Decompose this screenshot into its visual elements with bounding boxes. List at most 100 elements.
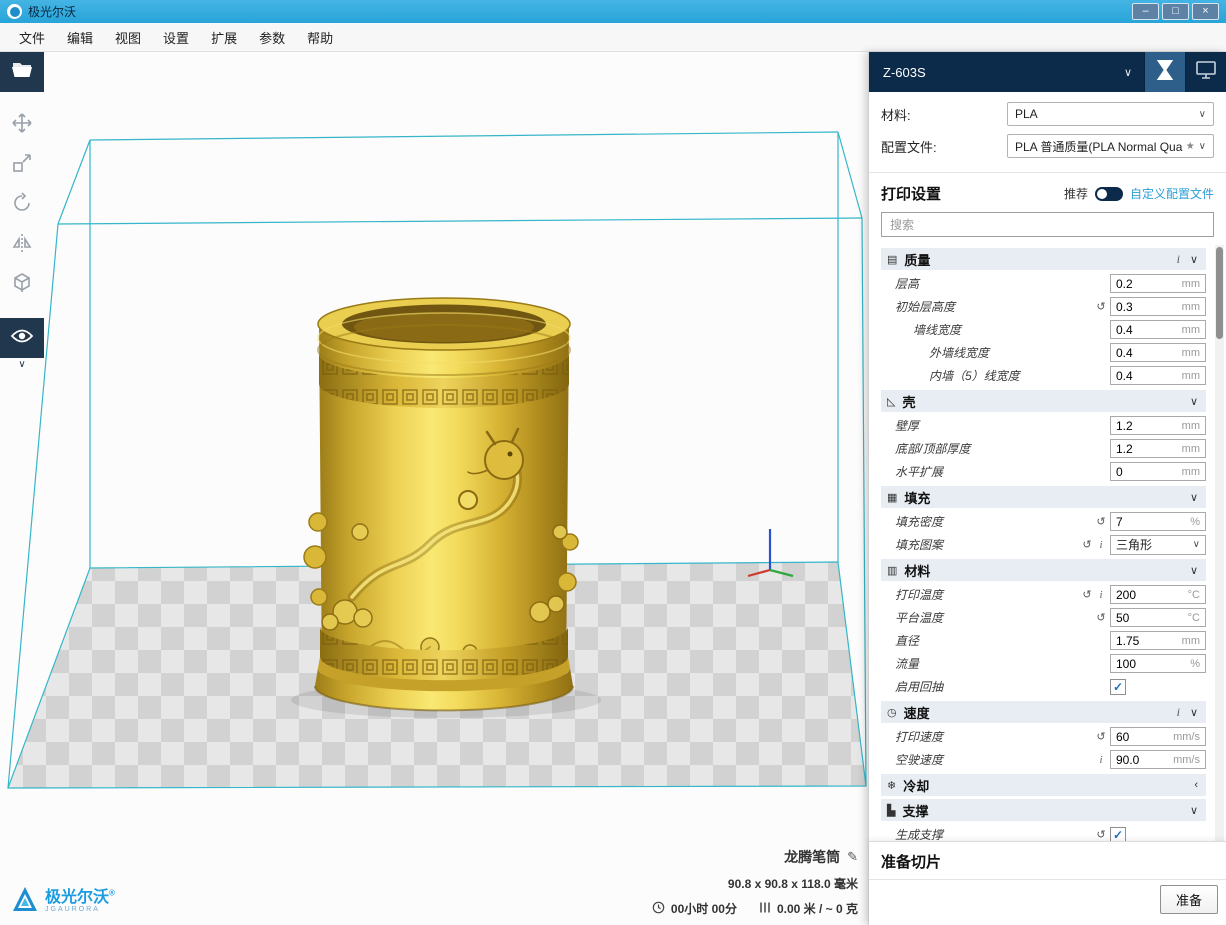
horizontal-expansion-input[interactable]: 0mm xyxy=(1110,462,1206,481)
monitor-stage-button[interactable] xyxy=(1185,52,1226,92)
line-width-input[interactable]: 0.4mm xyxy=(1110,320,1206,339)
setting-row-infill-density: 填充密度 ↺ 7% xyxy=(869,510,1226,533)
wall-thickness-input[interactable]: 1.2mm xyxy=(1110,416,1206,435)
setting-row-flow: 流量 100% xyxy=(869,652,1226,675)
info-icon[interactable]: i xyxy=(1177,252,1180,267)
model-name: 龙腾笔筒 xyxy=(784,847,840,867)
close-button[interactable]: × xyxy=(1192,3,1219,20)
monitor-icon xyxy=(1194,59,1218,86)
retraction-checkbox[interactable]: ✓ xyxy=(1110,679,1126,695)
menu-bar: 文件 编辑 视图 设置 扩展 参数 帮助 xyxy=(0,23,1226,52)
per-model-settings-button[interactable] xyxy=(0,265,44,305)
prepare-button[interactable]: 准备 xyxy=(1160,885,1218,914)
info-icon[interactable]: i xyxy=(1094,589,1108,601)
maximize-button[interactable]: □ xyxy=(1162,3,1189,20)
build-plate-temperature-input[interactable]: 50°C xyxy=(1110,608,1206,627)
cooling-icon: ❄ xyxy=(887,779,896,792)
filament-icon xyxy=(759,901,771,917)
section-header-shell[interactable]: ◺ 壳 ∨ xyxy=(881,390,1206,412)
left-toolbar: ∨ xyxy=(0,52,44,370)
menu-view[interactable]: 视图 xyxy=(104,24,152,51)
eye-icon xyxy=(9,323,35,354)
settings-scrollbar[interactable] xyxy=(1215,245,1224,841)
menu-file[interactable]: 文件 xyxy=(8,24,56,51)
reset-icon[interactable]: ↺ xyxy=(1094,300,1108,313)
printer-select[interactable]: Z-603S ∨ xyxy=(869,52,1144,92)
section-header-quality[interactable]: ▤ 质量 i ∨ xyxy=(881,248,1206,270)
view-mode-button[interactable] xyxy=(0,318,44,358)
custom-profile-link[interactable]: 自定义配置文件 xyxy=(1130,185,1214,202)
check-icon: ✓ xyxy=(1113,829,1123,841)
cube-icon xyxy=(10,271,34,300)
section-header-cooling[interactable]: ❄ 冷却 ‹ xyxy=(881,774,1206,796)
brand-logo: 极光尔沃® JGAURORA xyxy=(10,884,115,919)
view-mode-chevron-icon[interactable]: ∨ xyxy=(18,359,25,370)
info-icon[interactable]: i xyxy=(1177,705,1180,720)
reset-icon[interactable]: ↺ xyxy=(1094,611,1108,624)
search-input[interactable]: 搜索 xyxy=(881,212,1214,237)
setting-row-initial-layer-height: 初始层高度 ↺ 0.3mm xyxy=(869,295,1226,318)
title-bar: 极光尔沃 – □ × xyxy=(0,0,1226,23)
section-header-speed[interactable]: ◷ 速度 i ∨ xyxy=(881,701,1206,723)
print-speed-input[interactable]: 60mm/s xyxy=(1110,727,1206,746)
chevron-down-icon: ∨ xyxy=(1190,395,1198,408)
rename-pencil-icon[interactable]: ✎ xyxy=(847,849,858,865)
settings-panel: Z-603S ∨ 材料: PLA ∨ 配置文件: PLA 普通质量(PLA No… xyxy=(868,52,1226,925)
menu-help[interactable]: 帮助 xyxy=(296,24,344,51)
flow-input[interactable]: 100% xyxy=(1110,654,1206,673)
menu-extensions[interactable]: 扩展 xyxy=(200,24,248,51)
inner-wall-line-width-input[interactable]: 0.4mm xyxy=(1110,366,1206,385)
material-select[interactable]: PLA ∨ xyxy=(1007,102,1214,126)
menu-edit[interactable]: 编辑 xyxy=(56,24,104,51)
reset-icon[interactable]: ↺ xyxy=(1094,515,1108,528)
setting-row-print-speed: 打印速度 ↺ 60mm/s xyxy=(869,725,1226,748)
move-icon xyxy=(10,111,34,140)
scrollbar-thumb[interactable] xyxy=(1216,247,1223,339)
print-settings-bar: 打印设置 推荐 自定义配置文件 xyxy=(869,173,1226,212)
profile-select[interactable]: PLA 普通质量(PLA Normal Qua ★ ∨ xyxy=(1007,134,1214,158)
setting-row-inner-wall-line-width: 内墙（5）线宽度 0.4mm xyxy=(869,364,1226,387)
info-icon[interactable]: i xyxy=(1094,754,1108,766)
top-bottom-thickness-input[interactable]: 1.2mm xyxy=(1110,439,1206,458)
section-header-support[interactable]: ▙ 支撑 ∨ xyxy=(881,799,1206,821)
check-icon: ✓ xyxy=(1113,681,1123,693)
setting-row-enable-retraction: 启用回抽 ✓ xyxy=(869,675,1226,698)
menu-parameters[interactable]: 参数 xyxy=(248,24,296,51)
chevron-down-icon: ∨ xyxy=(1190,804,1198,817)
mirror-tool-button[interactable] xyxy=(0,225,44,265)
chevron-down-icon: ∨ xyxy=(1124,66,1132,79)
setting-row-diameter: 直径 1.75mm xyxy=(869,629,1226,652)
build-area-canvas xyxy=(0,52,868,925)
diameter-input[interactable]: 1.75mm xyxy=(1110,631,1206,650)
reset-icon[interactable]: ↺ xyxy=(1094,828,1108,841)
minimize-button[interactable]: – xyxy=(1132,3,1159,20)
divider xyxy=(869,879,1226,880)
material-usage: 0.00 米 / ~ 0 克 xyxy=(777,900,858,917)
move-tool-button[interactable] xyxy=(0,105,44,145)
rotate-tool-button[interactable] xyxy=(0,185,44,225)
menu-settings[interactable]: 设置 xyxy=(152,24,200,51)
viewport-3d[interactable] xyxy=(0,52,868,925)
printing-temperature-input[interactable]: 200°C xyxy=(1110,585,1206,604)
infill-pattern-select[interactable]: 三角形∨ xyxy=(1110,535,1206,555)
reset-icon[interactable]: ↺ xyxy=(1080,588,1094,601)
chevron-down-icon: ∨ xyxy=(1190,253,1198,266)
infill-density-input[interactable]: 7% xyxy=(1110,512,1206,531)
scale-tool-button[interactable] xyxy=(0,145,44,185)
mode-toggle[interactable] xyxy=(1095,187,1123,201)
initial-layer-height-input[interactable]: 0.3mm xyxy=(1110,297,1206,316)
prepare-stage-button[interactable] xyxy=(1144,52,1185,92)
outer-wall-line-width-input[interactable]: 0.4mm xyxy=(1110,343,1206,362)
generate-support-checkbox[interactable]: ✓ xyxy=(1110,827,1126,842)
setting-row-wall-thickness: 壁厚 1.2mm xyxy=(869,414,1226,437)
layer-height-input[interactable]: 0.2mm xyxy=(1110,274,1206,293)
reset-icon[interactable]: ↺ xyxy=(1094,730,1108,743)
travel-speed-input[interactable]: 90.0mm/s xyxy=(1110,750,1206,769)
info-icon[interactable]: i xyxy=(1094,539,1108,551)
section-header-infill[interactable]: ▦ 填充 ∨ xyxy=(881,486,1206,508)
material-icon: ▥ xyxy=(887,564,897,577)
section-header-material[interactable]: ▥ 材料 ∨ xyxy=(881,559,1206,581)
star-icon: ★ xyxy=(1186,141,1195,152)
reset-icon[interactable]: ↺ xyxy=(1080,538,1094,551)
open-file-button[interactable] xyxy=(0,52,44,92)
